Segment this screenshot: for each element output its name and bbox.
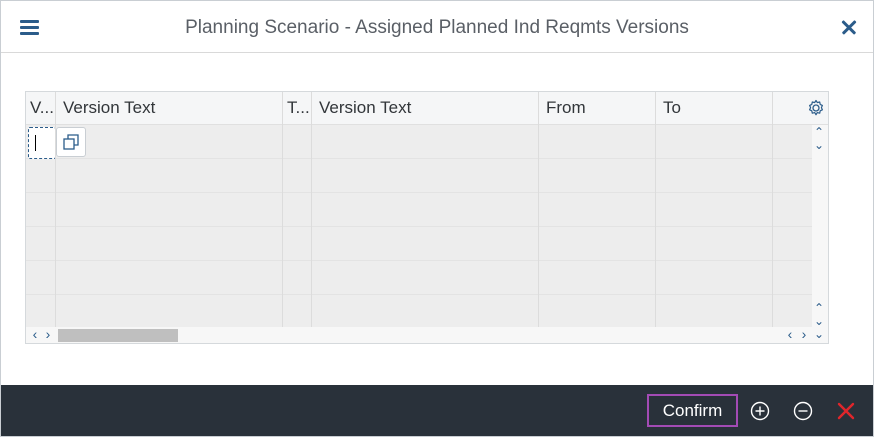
column-header-to[interactable]: To — [656, 92, 773, 125]
column-header-version[interactable]: V... — [26, 92, 56, 125]
table-row[interactable] — [26, 159, 812, 193]
scroll-down-icon[interactable]: ⌄ — [812, 139, 826, 151]
scrollbar-thumb[interactable] — [58, 329, 178, 342]
table-row[interactable] — [26, 261, 812, 295]
vertical-scrollbar[interactable]: ⌃ ⌄ ⌃ ⌄ — [812, 125, 828, 329]
scroll-up-icon[interactable]: ⌃ — [812, 302, 826, 314]
column-divider — [311, 125, 312, 329]
column-divider — [538, 125, 539, 329]
scroll-right-icon[interactable]: › — [41, 327, 55, 341]
hamburger-icon — [20, 20, 39, 23]
dialog-title: Planning Scenario - Assigned Planned Ind… — [185, 17, 689, 38]
table-header: V... Version Text T... Version Text From… — [26, 92, 828, 125]
close-button[interactable] — [837, 15, 861, 39]
table-row[interactable] — [26, 227, 812, 261]
scroll-right-icon[interactable]: › — [797, 327, 811, 341]
hamburger-icon-line — [20, 26, 39, 29]
column-header-version-text[interactable]: Version Text — [56, 92, 283, 125]
table-row[interactable] — [26, 193, 812, 227]
cancel-x-icon[interactable] — [835, 400, 857, 422]
add-circle-icon[interactable] — [749, 400, 771, 422]
column-header-type[interactable]: T... — [283, 92, 312, 125]
dialog-header: Planning Scenario - Assigned Planned Ind… — [1, 1, 873, 53]
column-header-version-text-2[interactable]: Version Text — [312, 92, 539, 125]
dialog: Planning Scenario - Assigned Planned Ind… — [0, 0, 874, 437]
version-cell-input[interactable] — [28, 127, 56, 159]
scroll-up-icon[interactable]: ⌃ — [812, 126, 826, 138]
column-divider — [55, 125, 56, 329]
gear-icon[interactable] — [806, 98, 826, 118]
menu-button[interactable] — [15, 15, 45, 41]
horizontal-scrollbar[interactable]: ‹ › ‹ › ⌄ — [26, 327, 828, 343]
scroll-down-icon[interactable]: ⌄ — [812, 328, 826, 340]
table-row[interactable] — [26, 295, 812, 329]
table-row[interactable] — [26, 125, 812, 159]
dialog-footer: Confirm — [1, 385, 873, 436]
column-divider — [772, 125, 773, 329]
scroll-left-icon[interactable]: ‹ — [28, 327, 42, 341]
copy-button[interactable] — [56, 127, 86, 157]
confirm-button[interactable]: Confirm — [647, 394, 738, 427]
scroll-down-icon[interactable]: ⌄ — [812, 315, 826, 327]
versions-table: V... Version Text T... Version Text From… — [25, 91, 829, 344]
column-header-from[interactable]: From — [539, 92, 656, 125]
hamburger-icon-line — [20, 32, 39, 35]
table-body — [26, 125, 812, 329]
copy-icon — [63, 134, 79, 150]
scroll-left-icon[interactable]: ‹ — [783, 327, 797, 341]
remove-circle-icon[interactable] — [792, 400, 814, 422]
column-divider — [282, 125, 283, 329]
column-divider — [655, 125, 656, 329]
